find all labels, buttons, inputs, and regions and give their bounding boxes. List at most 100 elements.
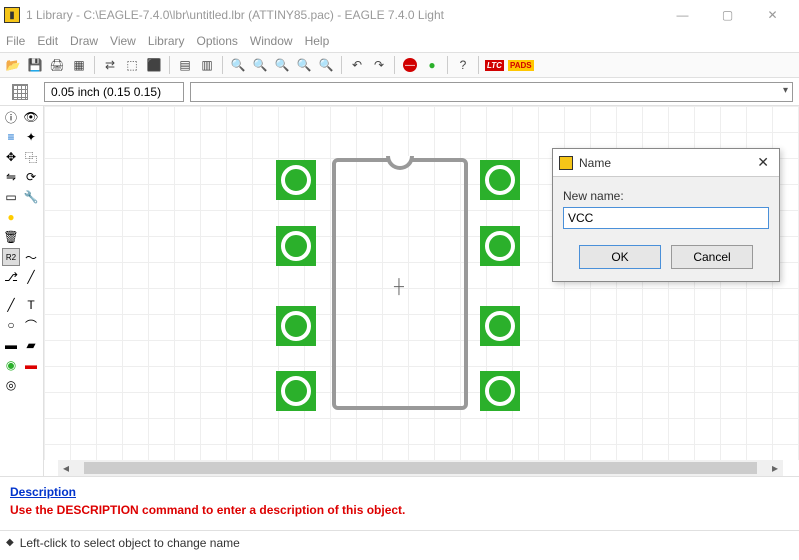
scroll-left-icon[interactable]: ◂ [58, 460, 74, 476]
minimize-button[interactable]: — [660, 1, 705, 29]
circle-tool[interactable]: ○ [2, 316, 20, 334]
menubar: File Edit Draw View Library Options Wind… [0, 30, 799, 52]
zoom-fit-icon[interactable]: 🔍 [229, 56, 247, 74]
main-toolbar: 📂 💾 🖨 ▦ ⇄ ⬚ ⬛ ▤ ▥ 🔍 🔍 🔍 🔍 🔍 ↶ ↷ — ● ? LT… [0, 52, 799, 78]
dialog-icon [559, 156, 573, 170]
menu-draw[interactable]: Draw [70, 34, 98, 48]
mirror-tool[interactable]: ⇋ [2, 168, 20, 186]
zoom-redraw-icon[interactable]: 🔍 [295, 56, 313, 74]
separator [394, 56, 395, 74]
description-text: Use the DESCRIPTION command to enter a d… [10, 503, 789, 517]
maximize-button[interactable]: ▢ [705, 1, 750, 29]
layers-tool[interactable]: ≡ [2, 128, 20, 146]
cam-icon[interactable]: ▦ [70, 56, 88, 74]
dialog-close-button[interactable]: ✕ [753, 154, 773, 171]
description-link[interactable]: Description [10, 485, 76, 499]
undo-icon[interactable]: ↶ [348, 56, 366, 74]
delete-tool[interactable]: 🗑 [2, 228, 20, 246]
arc-tool[interactable]: ⌒ [22, 316, 40, 334]
open-icon[interactable]: 📂 [4, 56, 22, 74]
pad-3[interactable] [276, 306, 316, 346]
rotate-tool[interactable]: ⟳ [22, 168, 40, 186]
separator [447, 56, 448, 74]
menu-edit[interactable]: Edit [37, 34, 58, 48]
menu-file[interactable]: File [6, 34, 25, 48]
pad-8[interactable] [480, 160, 520, 200]
app-icon: ▮ [4, 7, 20, 23]
line-tool[interactable]: ╱ [2, 296, 20, 314]
menu-window[interactable]: Window [250, 34, 293, 48]
ulp-icon[interactable]: ▥ [198, 56, 216, 74]
menu-options[interactable]: Options [197, 34, 238, 48]
separator [222, 56, 223, 74]
mark-tool[interactable]: ✦ [22, 128, 40, 146]
move-tool[interactable]: ✥ [2, 148, 20, 166]
pad-1[interactable] [276, 160, 316, 200]
status-diamond-icon: ◆ [6, 537, 14, 548]
separator [341, 56, 342, 74]
separator [478, 56, 479, 74]
smd-tool[interactable]: ▬ [22, 356, 40, 374]
polygon-tool[interactable]: ▰ [22, 336, 40, 354]
scroll-thumb[interactable] [84, 462, 757, 474]
script-icon[interactable]: ▤ [176, 56, 194, 74]
go-icon[interactable]: ● [423, 56, 441, 74]
change-tool[interactable]: 🔧 [22, 188, 40, 206]
origin-crosshair: ┼ [394, 278, 404, 294]
show-tool[interactable]: 👁 [22, 108, 40, 126]
name-input[interactable] [563, 207, 769, 229]
pads-button[interactable]: PADS [508, 56, 534, 74]
status-text: Left-click to select object to change na… [20, 536, 240, 550]
pad-2[interactable] [276, 226, 316, 266]
stop-icon[interactable]: — [401, 56, 419, 74]
zoom-select-icon[interactable]: 🔍 [317, 56, 335, 74]
menu-view[interactable]: View [110, 34, 136, 48]
tool-palette: ⓘ👁 ≡✦ ✥⿻ ⇋⟳ ▭🔧 ● 🗑 R2～ ⎇╱ ╱T ○⌒ ▬▰ ◉▬ ◎ [0, 106, 44, 476]
pad-5[interactable] [480, 371, 520, 411]
print-icon[interactable]: 🖨 [48, 56, 66, 74]
sub-toolbar: 0.05 inch (0.15 0.15) [0, 78, 799, 106]
zoom-in-icon[interactable]: 🔍 [251, 56, 269, 74]
text-tool[interactable]: T [22, 296, 40, 314]
board-icon[interactable]: ⇄ [101, 56, 119, 74]
wire-tool[interactable]: ╱ [22, 268, 40, 286]
hole-tool[interactable]: ◎ [2, 376, 20, 394]
horizontal-scrollbar[interactable]: ◂ ▸ [58, 460, 783, 476]
description-panel: Description Use the DESCRIPTION command … [0, 476, 799, 530]
dialog-titlebar: Name ✕ [553, 149, 779, 177]
menu-library[interactable]: Library [148, 34, 185, 48]
ok-button[interactable]: OK [579, 245, 661, 269]
command-input[interactable] [190, 82, 793, 102]
grid-button[interactable] [0, 84, 40, 100]
ltc-button[interactable]: LTC [485, 56, 504, 74]
coord-display[interactable]: 0.05 inch (0.15 0.15) [44, 82, 184, 102]
cancel-button[interactable]: Cancel [671, 245, 753, 269]
redo-icon[interactable]: ↷ [370, 56, 388, 74]
scroll-right-icon[interactable]: ▸ [767, 460, 783, 476]
pad-6[interactable] [480, 306, 520, 346]
split-tool[interactable]: ⎇ [2, 268, 20, 286]
device-icon[interactable]: ⬛ [145, 56, 163, 74]
rect-tool[interactable]: ▬ [2, 336, 20, 354]
close-button[interactable]: ✕ [750, 1, 795, 29]
separator [94, 56, 95, 74]
sheet-icon[interactable]: ⬚ [123, 56, 141, 74]
name-tool[interactable]: R2 [2, 248, 20, 266]
dialog-title: Name [579, 156, 753, 170]
lock-tool[interactable] [22, 228, 40, 246]
grid-icon [12, 84, 28, 100]
cut-tool[interactable] [22, 208, 40, 226]
help-icon[interactable]: ? [454, 56, 472, 74]
pad-7[interactable] [480, 226, 520, 266]
zoom-out-icon[interactable]: 🔍 [273, 56, 291, 74]
pad-4[interactable] [276, 371, 316, 411]
save-icon[interactable]: 💾 [26, 56, 44, 74]
pad-tool[interactable]: ◉ [2, 356, 20, 374]
paste-tool[interactable]: ● [2, 208, 20, 226]
copy-tool[interactable]: ⿻ [22, 148, 40, 166]
menu-help[interactable]: Help [305, 34, 330, 48]
attribute-tool[interactable]: ～ [22, 248, 40, 266]
info-tool[interactable]: ⓘ [2, 108, 20, 126]
group-tool[interactable]: ▭ [2, 188, 20, 206]
window-title: 1 Library - C:\EAGLE-7.4.0\lbr\untitled.… [26, 8, 660, 22]
